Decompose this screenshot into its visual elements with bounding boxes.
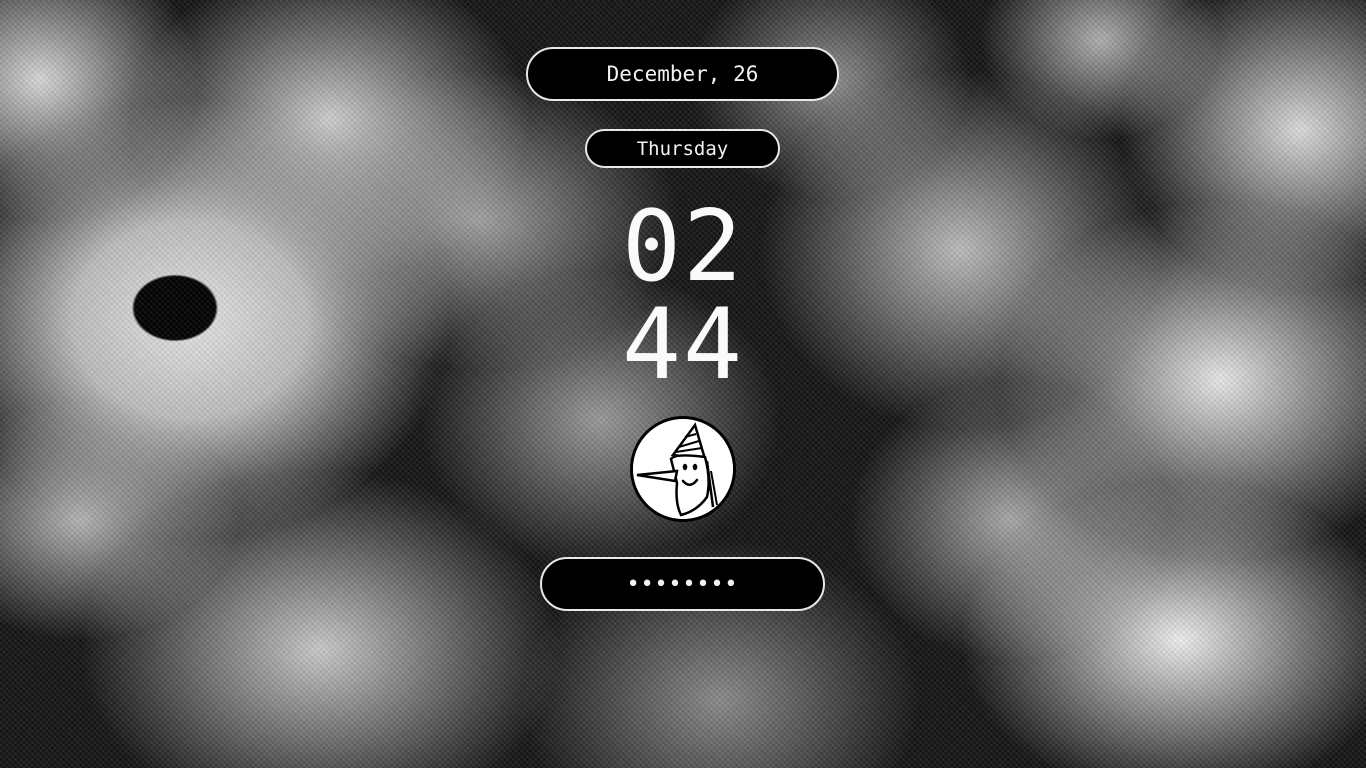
wizard-avatar-icon [633, 419, 733, 519]
clock-minutes: 44 [621, 288, 744, 402]
lock-screen: December, 26 Thursday 02 44 •••••••• [0, 0, 1366, 768]
clock-hours: 02 [621, 190, 744, 304]
user-avatar [630, 416, 736, 522]
weekday-label: Thursday [585, 129, 780, 168]
date-label: December, 26 [526, 47, 839, 101]
password-field[interactable]: •••••••• [540, 557, 825, 611]
